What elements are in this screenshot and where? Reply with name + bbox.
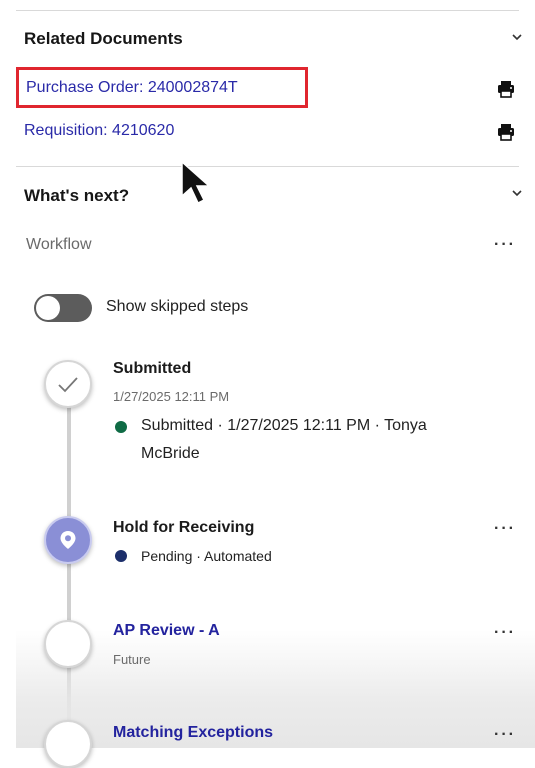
step-hold-status: Pending · Automated: [141, 548, 272, 564]
step-ap-review-title[interactable]: AP Review - A: [113, 622, 220, 640]
step-submitted-timestamp: 1/27/2025 12:11 PM: [113, 389, 230, 404]
step-submitted-circle: [44, 360, 92, 408]
step-submitted-status-cont: McBride: [141, 445, 200, 462]
toggle-knob: [36, 296, 60, 320]
step-hold-title: Hold for Receiving: [113, 519, 255, 536]
step-matching-more-button[interactable]: ···: [494, 726, 516, 744]
step-hold-more-button[interactable]: ···: [494, 520, 516, 538]
step-matching-title[interactable]: Matching Exceptions: [113, 724, 273, 742]
location-pin-icon: [60, 531, 76, 549]
related-documents-title: Related Documents: [24, 29, 183, 48]
checkmark-icon: [58, 377, 78, 393]
purchase-order-link[interactable]: Purchase Order: 240002874T: [26, 79, 238, 97]
chevron-down-icon[interactable]: [510, 30, 524, 44]
section-divider: [16, 166, 519, 167]
mouse-cursor-icon: [181, 160, 211, 205]
printer-icon[interactable]: [496, 122, 516, 142]
printer-icon[interactable]: [496, 79, 516, 99]
chevron-down-icon[interactable]: [510, 186, 524, 200]
workflow-more-button[interactable]: ···: [494, 236, 516, 254]
step-submitted-title: Submitted: [113, 360, 192, 377]
status-dot-submitted: [115, 421, 127, 433]
step-ap-review-status: Future: [113, 652, 151, 667]
timeline-line: [67, 380, 71, 748]
step-submitted-status: Submitted · 1/27/2025 12:11 PM · Tonya: [141, 417, 427, 434]
whats-next-title: What's next?: [24, 186, 130, 205]
workflow-label: Workflow: [26, 236, 92, 253]
show-skipped-toggle[interactable]: [34, 294, 92, 322]
step-ap-review-circle: [44, 620, 92, 668]
step-matching-circle: [44, 720, 92, 768]
bottom-fade: [16, 630, 535, 748]
step-hold-circle: [44, 516, 92, 564]
requisition-link[interactable]: Requisition: 4210620: [24, 122, 174, 140]
step-ap-review-more-button[interactable]: ···: [494, 624, 516, 642]
top-divider: [16, 10, 519, 11]
show-skipped-label: Show skipped steps: [106, 298, 249, 315]
status-dot-pending: [115, 550, 127, 562]
